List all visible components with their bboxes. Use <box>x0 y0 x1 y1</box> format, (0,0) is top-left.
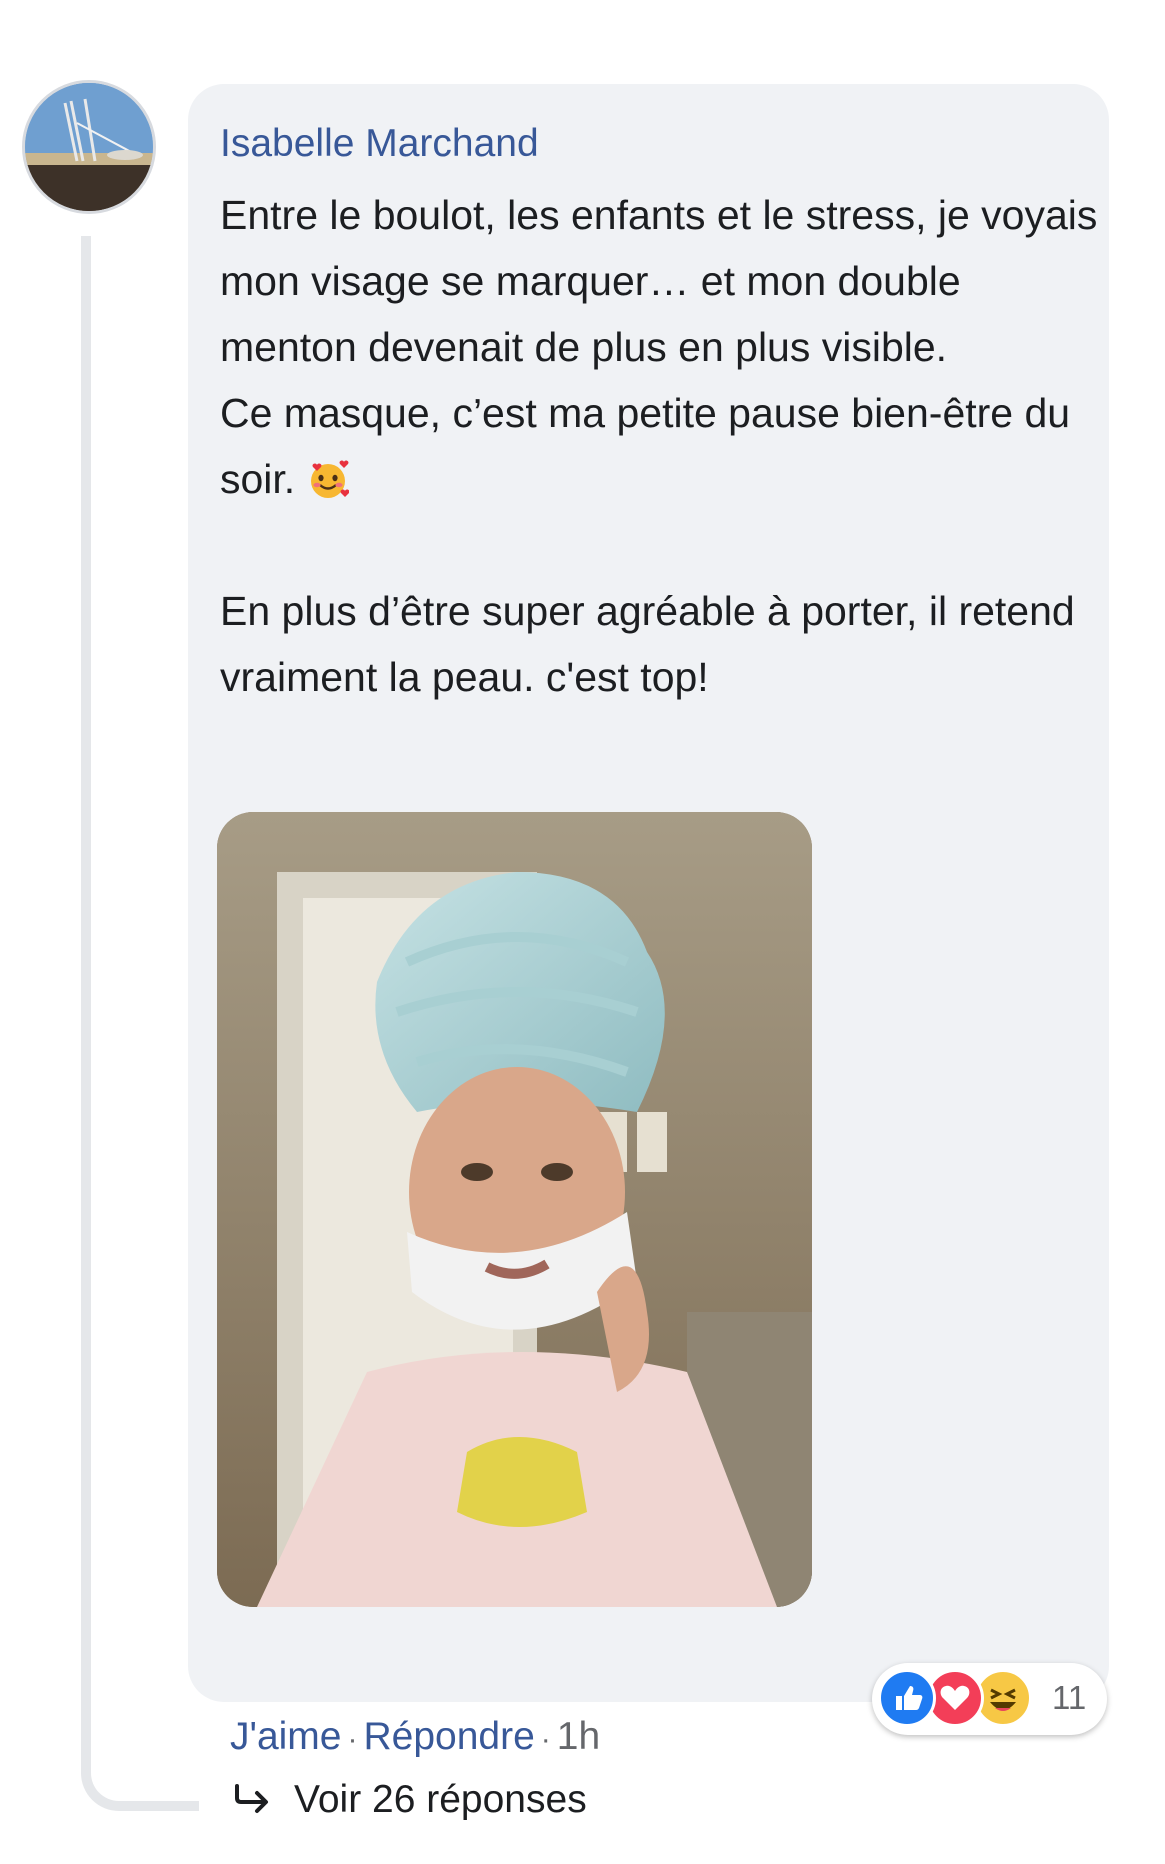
selfie-face-mask-image <box>217 812 812 1607</box>
reactions-summary[interactable]: 11 <box>872 1663 1107 1735</box>
avatar-photo <box>25 83 153 211</box>
like-icon <box>878 1669 936 1727</box>
comment-timestamp[interactable]: 1h <box>557 1715 600 1758</box>
reactions-count: 11 <box>1052 1679 1087 1716</box>
comment-author[interactable]: Isabelle Marchand <box>220 122 539 166</box>
like-button[interactable]: J'aime <box>230 1715 341 1758</box>
reply-arrow-icon <box>235 1784 268 1813</box>
comment-paragraph-3: En plus d’être super agréable à porter, … <box>220 588 1075 700</box>
comment-paragraph-2: Ce masque, c’est ma petite pause bien-êt… <box>220 380 1100 512</box>
comment-paragraph-1: Entre le boulot, les enfants et le stres… <box>220 192 1098 370</box>
thread-connector-line <box>81 236 199 1811</box>
avatar[interactable] <box>22 80 156 214</box>
reply-button[interactable]: Répondre <box>363 1715 534 1758</box>
view-replies-label: Voir 26 réponses <box>294 1778 587 1821</box>
comment-thread: Isabelle Marchand Entre le boulot, les e… <box>0 0 1165 1864</box>
smiling-face-with-hearts-icon <box>310 460 349 498</box>
separator: · <box>540 1723 551 1756</box>
comment-photo[interactable] <box>217 812 812 1607</box>
comment-text: Entre le boulot, les enfants et le stres… <box>220 182 1100 710</box>
separator: · <box>347 1723 358 1756</box>
view-replies-link[interactable]: Voir 26 réponses <box>232 1778 587 1822</box>
comment-actions: J'aime · Répondre · 1h <box>230 1715 600 1759</box>
